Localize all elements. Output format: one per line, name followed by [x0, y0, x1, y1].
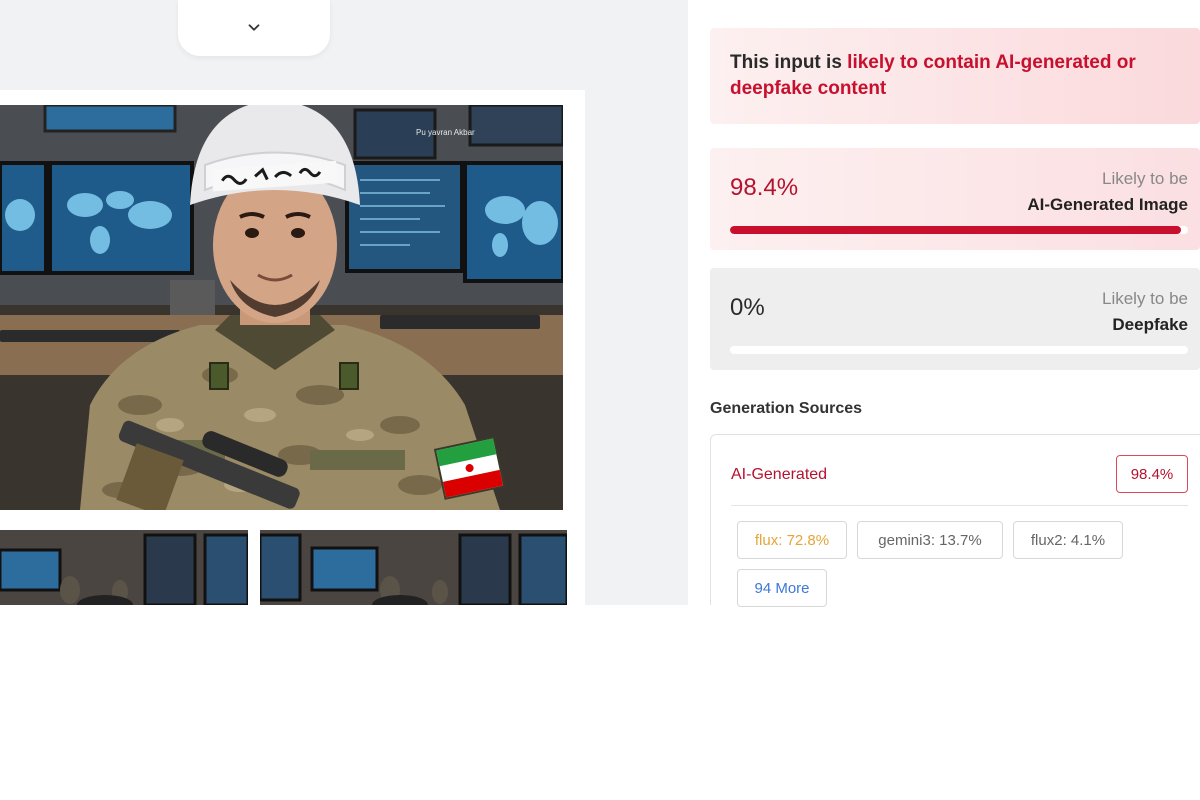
ai-generated-progress-fill [730, 226, 1181, 234]
generation-category-badge: 98.4% [1116, 455, 1188, 493]
deepfake-sublabel: Likely to be [1102, 289, 1188, 308]
analyzed-image-illustration: Pu yavran Akbar [0, 105, 563, 510]
collapse-toggle[interactable] [178, 0, 330, 56]
deepfake-score-card: 0% Likely to be Deepfake [710, 268, 1200, 370]
divider [731, 505, 1188, 506]
thumbnail-2[interactable] [260, 530, 567, 605]
more-sources-button[interactable]: 94 More [737, 569, 827, 607]
thumbnail-2-illustration [260, 530, 567, 605]
generation-sources-card: AI-Generated 98.4% flux: 72.8% gemini3: … [710, 434, 1200, 607]
source-chip-gemini3[interactable]: gemini3: 13.7% [857, 521, 1003, 559]
image-card: Pu yavran Akbar [0, 90, 585, 605]
deepfake-progress-track [730, 346, 1188, 354]
deepfake-title: Deepfake [1112, 315, 1188, 334]
thumbnail-1-illustration [0, 530, 248, 605]
chevron-down-icon [248, 24, 260, 31]
image-overlay-text: Pu yavran Akbar [416, 128, 475, 137]
deepfake-score: 0% [730, 294, 765, 321]
ai-generated-sublabel: Likely to be [1102, 169, 1188, 188]
verdict-banner: This input is likely to contain AI-gener… [710, 28, 1200, 124]
source-chip-flux2[interactable]: flux2: 4.1% [1013, 521, 1123, 559]
generation-category-label: AI-Generated [731, 466, 828, 483]
deepfake-label: Likely to be Deepfake [1102, 286, 1188, 338]
ai-generated-progress-track [730, 226, 1188, 234]
generation-sources-title: Generation Sources [710, 400, 863, 417]
verdict-prefix: This input is [730, 52, 848, 73]
ai-generated-label: Likely to be AI-Generated Image [1027, 166, 1188, 218]
source-chip-flux[interactable]: flux: 72.8% [737, 521, 847, 559]
ai-generated-score-card: 98.4% Likely to be AI-Generated Image [710, 148, 1200, 250]
ai-generated-score: 98.4% [730, 174, 799, 201]
thumbnail-1[interactable] [0, 530, 248, 605]
image-preview-panel: Pu yavran Akbar [0, 0, 688, 605]
ai-generated-title: AI-Generated Image [1027, 195, 1188, 214]
analyzed-image[interactable]: Pu yavran Akbar [0, 105, 563, 510]
